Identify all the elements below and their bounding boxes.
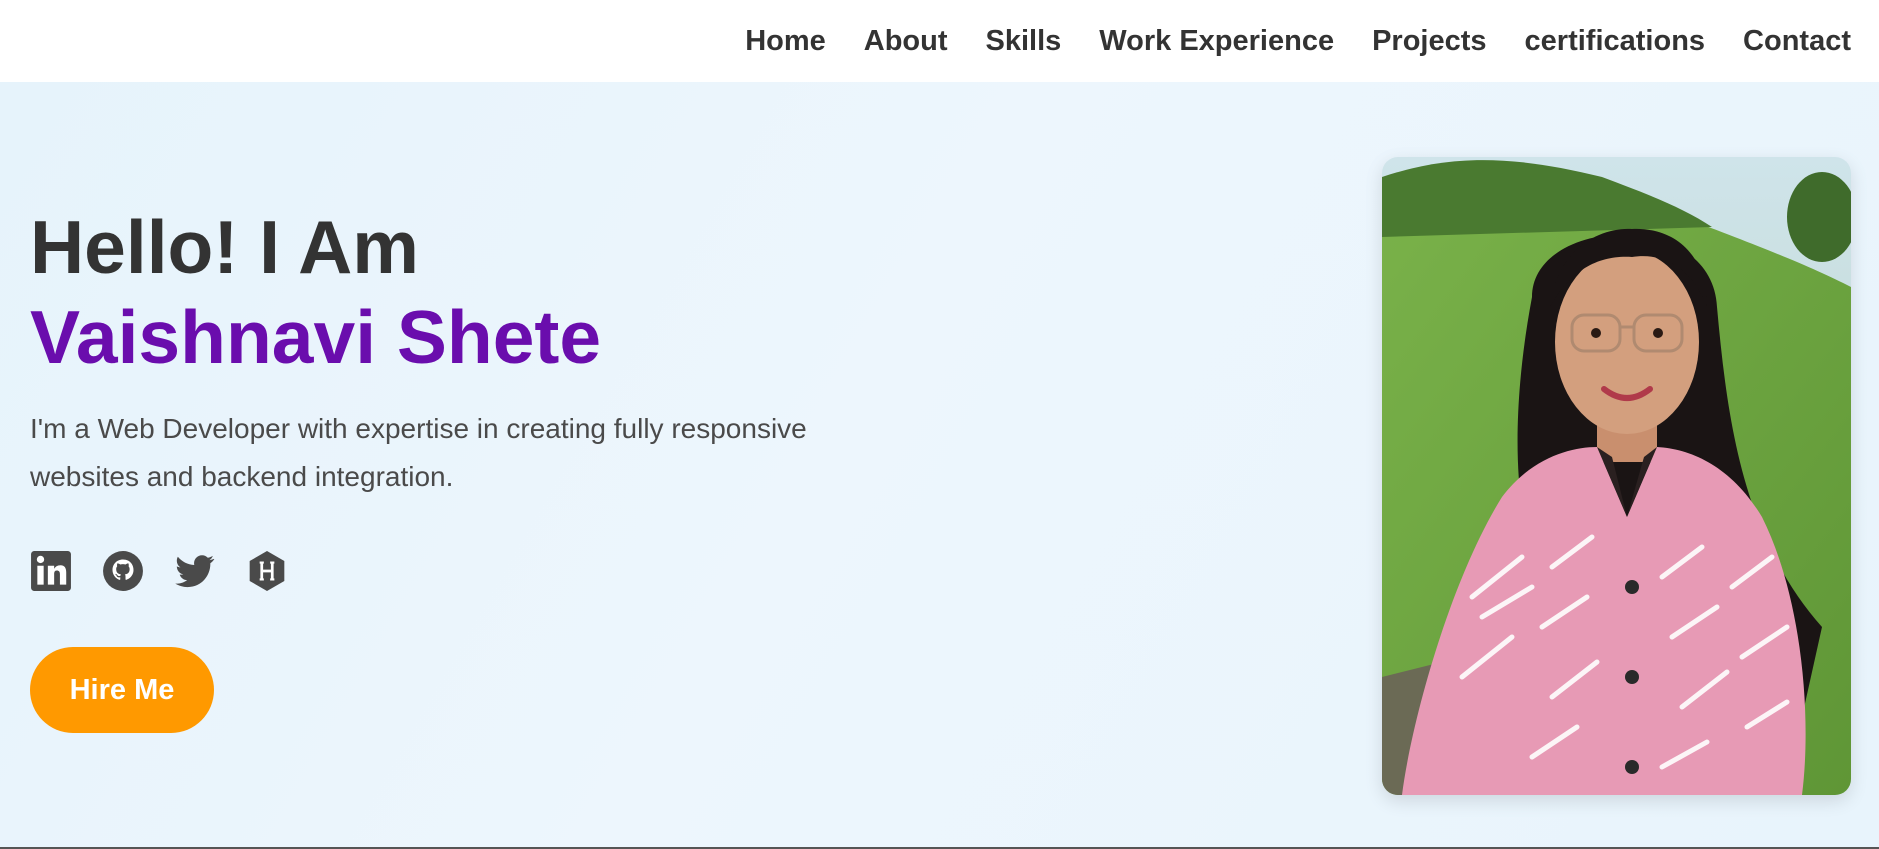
hero-greeting: Hello! I Am	[30, 205, 419, 289]
hashnode-icon[interactable]	[246, 550, 288, 592]
nav-contact[interactable]: Contact	[1743, 25, 1851, 58]
nav-about[interactable]: About	[864, 25, 948, 58]
nav-certifications[interactable]: certifications	[1525, 25, 1706, 58]
hero-bio: I'm a Web Developer with expertise in cr…	[30, 413, 807, 492]
github-icon[interactable]	[102, 550, 144, 592]
twitter-icon[interactable]	[174, 550, 216, 592]
nav-home[interactable]: Home	[745, 25, 826, 58]
top-navigation: Home About Skills Work Experience Projec…	[0, 0, 1879, 82]
nav-work-experience[interactable]: Work Experience	[1099, 25, 1334, 58]
linkedin-icon[interactable]	[30, 550, 72, 592]
nav-skills[interactable]: Skills	[986, 25, 1062, 58]
hire-me-button[interactable]: Hire Me	[30, 647, 214, 733]
nav-projects[interactable]: Projects	[1372, 25, 1486, 58]
profile-photo	[1382, 157, 1851, 795]
hero-section: Hello! I Am Vaishnavi Shete I'm a Web De…	[0, 82, 1879, 847]
hero-name: Vaishnavi Shete	[30, 295, 602, 379]
social-links	[30, 550, 318, 592]
